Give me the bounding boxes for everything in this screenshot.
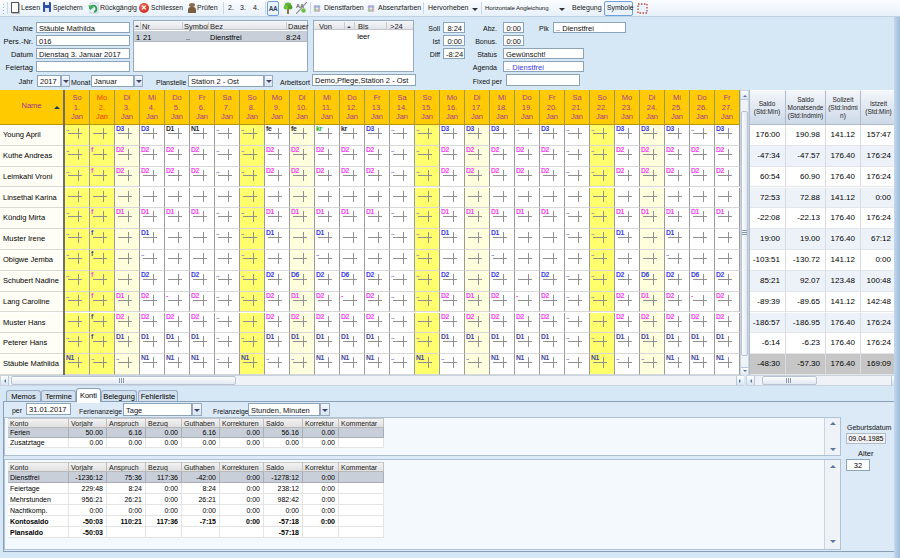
svg-text:AA: AA [296,3,304,9]
